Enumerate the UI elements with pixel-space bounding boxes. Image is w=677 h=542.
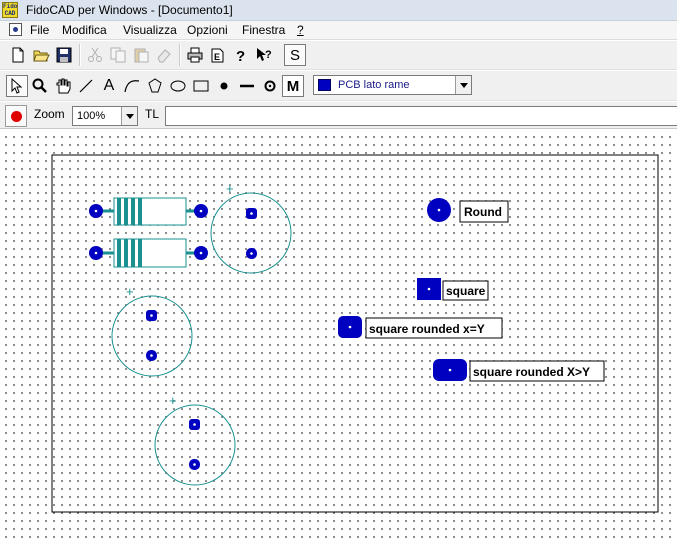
help-question-icon: ? (236, 48, 245, 64)
ellipse-tool-button[interactable] (167, 75, 189, 97)
paste-icon (134, 48, 149, 63)
context-help-icon: ? (257, 48, 272, 61)
paste-button[interactable] (130, 44, 152, 66)
select-arrow-icon (11, 77, 23, 94)
eraser-icon (157, 49, 171, 63)
pcb-line-tool-button[interactable] (236, 75, 258, 97)
pan-hand-icon (56, 78, 71, 94)
polarity-plus: + (126, 284, 134, 299)
line-tool-button[interactable] (75, 75, 97, 97)
record-macro-button[interactable] (5, 105, 27, 127)
label-square: square (446, 284, 486, 298)
connection-tool-icon (264, 80, 276, 92)
zoom-select[interactable]: 100% (72, 106, 138, 126)
tools-toolbar: A M PCB lato rame (0, 71, 677, 101)
help-button[interactable]: ? (230, 44, 252, 66)
bezier-tool-button[interactable] (121, 75, 143, 97)
pad-square-rounded-eq[interactable]: square rounded x=Y (338, 316, 503, 339)
print-button[interactable] (184, 44, 206, 66)
resistor-1[interactable] (89, 197, 208, 226)
fidocad-logo-icon: Fido CAD (2, 2, 18, 18)
svg-text:?: ? (236, 48, 245, 64)
tl-input[interactable] (165, 106, 677, 126)
tl-label: TL (145, 107, 160, 121)
line-tool-icon (79, 79, 93, 93)
document-window-icon[interactable] (9, 23, 22, 36)
pad-round[interactable]: Round (427, 198, 509, 223)
pcb-pad-tool-icon (220, 82, 228, 90)
connection-tool-button[interactable] (259, 75, 281, 97)
polygon-tool-button[interactable] (144, 75, 166, 97)
export-button[interactable]: E (207, 44, 229, 66)
zoom-label: Zoom (34, 107, 65, 121)
menu-bar: File Modifica Visualizza Opzioni Finestr… (0, 21, 677, 40)
text-tool-icon: A (103, 77, 115, 94)
ellipse-tool-icon (170, 80, 186, 92)
polarity-plus: + (169, 393, 177, 408)
context-help-button[interactable]: ? (253, 44, 275, 66)
copy-icon (110, 47, 126, 63)
menu-finestra[interactable]: Finestra (242, 23, 285, 37)
rectangle-tool-icon (193, 80, 209, 92)
pad-square-rounded-gt[interactable]: square rounded X>Y (433, 359, 605, 382)
new-document-button[interactable] (7, 44, 29, 66)
label-square-rounded-eq: square rounded x=Y (369, 322, 485, 336)
menu-visualizza[interactable]: Visualizza (123, 23, 177, 37)
new-document-icon (12, 47, 24, 63)
layer-color-swatch (318, 79, 331, 91)
zoom-tool-button[interactable] (29, 75, 51, 97)
zoom-value: 100% (77, 110, 106, 122)
text-tool-button[interactable]: A (98, 75, 120, 97)
snap-s-icon: S (289, 46, 300, 64)
pcb-line-tool-icon (240, 84, 254, 88)
bezier-tool-icon (124, 80, 140, 93)
label-round: Round (464, 205, 502, 219)
label-square-rounded-gt: square rounded X>Y (473, 365, 590, 379)
toolbar-separator (179, 44, 181, 66)
menu-opzioni[interactable]: Opzioni (187, 23, 228, 37)
resistor-2[interactable] (89, 238, 208, 268)
macro-tool-icon: M (286, 77, 300, 95)
chevron-down-icon[interactable] (121, 107, 137, 125)
cut-scissors-icon (88, 47, 102, 62)
print-icon (187, 47, 203, 63)
toolbar-separator (79, 44, 81, 66)
polarity-plus: + (226, 181, 234, 196)
cut-button[interactable] (84, 44, 106, 66)
menu-modifica[interactable]: Modifica (62, 23, 107, 37)
drawing-canvas[interactable]: + + + Round square square rounded x=Y sq… (0, 130, 677, 542)
open-folder-icon (33, 50, 50, 62)
menu-file[interactable]: File (30, 23, 49, 37)
capacitor-1[interactable]: + (210, 181, 292, 274)
export-icon: E (211, 48, 224, 63)
select-tool-button[interactable] (6, 75, 28, 97)
erase-button[interactable] (153, 44, 175, 66)
save-button[interactable] (53, 44, 75, 66)
save-disk-icon (56, 47, 72, 63)
polygon-tool-icon (148, 78, 162, 93)
chevron-down-icon[interactable] (455, 76, 471, 94)
layer-selected-label: PCB lato rame (338, 79, 410, 91)
copy-button[interactable] (107, 44, 129, 66)
capacitor-3[interactable]: + (154, 393, 236, 486)
svg-text:?: ? (265, 49, 272, 61)
layer-select[interactable]: PCB lato rame (313, 75, 472, 95)
zoom-magnifier-icon (32, 78, 47, 93)
menu-help[interactable]: ? (297, 23, 304, 37)
drawing-svg[interactable]: + + + Round square square rounded x=Y sq… (0, 130, 677, 542)
open-button[interactable] (30, 44, 52, 66)
window-title: FidoCAD per Windows - [Documento1] (26, 3, 233, 17)
pan-tool-button[interactable] (52, 75, 74, 97)
macro-tool-button[interactable]: M (282, 75, 304, 97)
title-bar: Fido CAD FidoCAD per Windows - [Document… (0, 0, 677, 21)
pcb-pad-tool-button[interactable] (213, 75, 235, 97)
snap-button[interactable]: S (284, 44, 306, 66)
rectangle-tool-button[interactable] (190, 75, 212, 97)
capacitor-2[interactable]: + (111, 284, 193, 377)
main-toolbar: E ? ? S (0, 41, 677, 70)
zoom-toolbar: Zoom 100% TL (0, 102, 677, 129)
pad-square[interactable]: square (417, 278, 489, 301)
svg-text:E: E (214, 52, 220, 62)
